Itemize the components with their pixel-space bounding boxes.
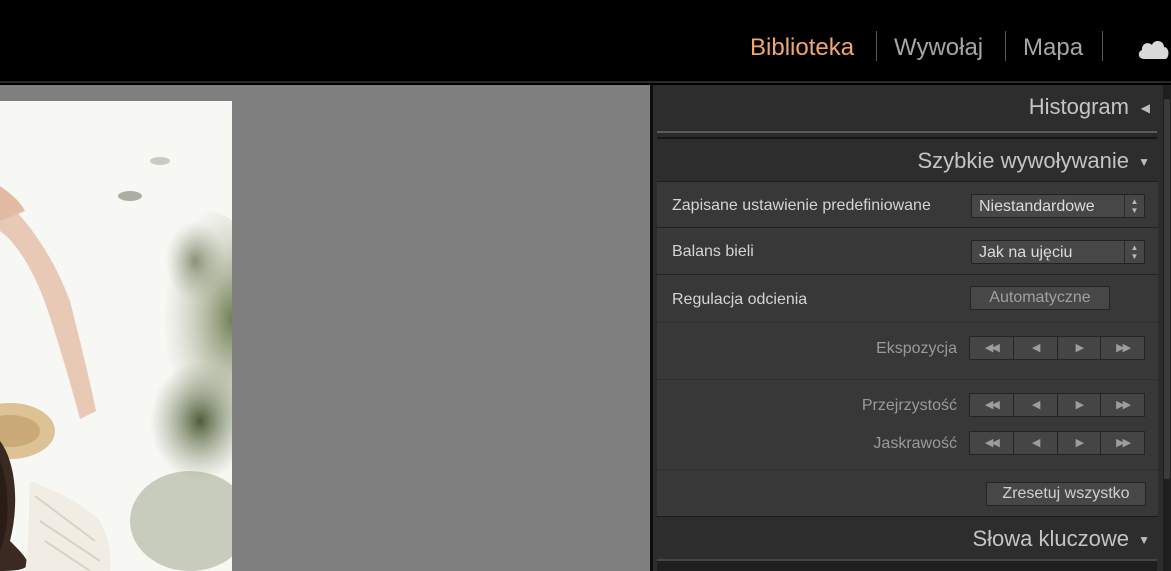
expanded-triangle-icon[interactable]: ▼ — [1138, 155, 1150, 169]
left-arrow-icon[interactable]: ◀ — [1014, 394, 1058, 416]
preset-select[interactable]: Niestandardowe ▲ ▼ — [971, 194, 1145, 218]
preset-value: Niestandardowe — [979, 198, 1095, 215]
double-right-arrow-icon[interactable]: ▶▶ — [1101, 337, 1144, 359]
reset-all-button[interactable]: Zresetuj wszystko — [986, 482, 1146, 506]
keywords-panel-top — [657, 559, 1157, 571]
collapsed-triangle-icon[interactable]: ◀ — [1141, 101, 1150, 115]
module-separator — [1102, 31, 1103, 61]
row-divider — [657, 322, 1158, 323]
vibrance-label: Jaskrawość — [873, 435, 957, 452]
double-left-arrow-icon[interactable]: ◀◀ — [970, 337, 1014, 359]
double-right-arrow-icon[interactable]: ▶▶ — [1101, 432, 1144, 454]
vibrance-stepper[interactable]: ◀◀ ◀ ▶ ▶▶ — [969, 431, 1145, 455]
histogram-header[interactable]: Histogram ◀ — [653, 85, 1159, 129]
white-balance-value: Jak na ujęciu — [979, 244, 1073, 261]
select-arrows-icon: ▲ ▼ — [1124, 195, 1144, 217]
quick-develop-title: Szybkie wywoływanie — [917, 148, 1129, 173]
select-arrows-icon: ▲ ▼ — [1124, 241, 1144, 263]
tone-control-label: Regulacja odcienia — [672, 291, 808, 308]
quick-develop-panel: Zapisane ustawienie predefiniowane Niest… — [657, 181, 1158, 517]
quick-develop-header[interactable]: Szybkie wywoływanie ▼ — [653, 139, 1159, 183]
photo-canvas[interactable] — [0, 85, 650, 571]
right-arrow-icon[interactable]: ▶ — [1058, 394, 1102, 416]
photo-image — [0, 101, 232, 571]
double-left-arrow-icon[interactable]: ◀◀ — [970, 394, 1014, 416]
histogram-title: Histogram — [1028, 94, 1129, 119]
module-picker-bar: Biblioteka Wywołaj Mapa — [0, 0, 1171, 83]
panel-scrollbar[interactable] — [1163, 85, 1171, 571]
cloud-sync-icon[interactable] — [1136, 38, 1170, 60]
right-panel: Histogram ◀ Szybkie wywoływanie ▼ Zapisa… — [653, 85, 1171, 571]
row-divider — [657, 379, 1158, 380]
exposure-stepper[interactable]: ◀◀ ◀ ▶ ▶▶ — [969, 336, 1145, 360]
scrollbar-thumb[interactable] — [1164, 99, 1170, 479]
module-wywolaj[interactable]: Wywołaj — [894, 34, 983, 62]
module-separator — [1005, 31, 1006, 61]
exposure-label: Ekspozycja — [876, 340, 957, 357]
histogram-collapsed-bar — [657, 131, 1157, 139]
double-right-arrow-icon[interactable]: ▶▶ — [1101, 394, 1144, 416]
white-balance-select[interactable]: Jak na ujęciu ▲ ▼ — [971, 240, 1145, 264]
module-separator — [876, 31, 877, 61]
clarity-stepper[interactable]: ◀◀ ◀ ▶ ▶▶ — [969, 393, 1145, 417]
right-arrow-icon[interactable]: ▶ — [1058, 337, 1102, 359]
row-divider — [657, 469, 1158, 470]
module-mapa[interactable]: Mapa — [1023, 34, 1083, 62]
white-balance-label: Balans bieli — [672, 243, 754, 260]
keywords-title: Słowa kluczowe — [972, 526, 1129, 551]
preset-label: Zapisane ustawienie predefiniowane — [672, 197, 931, 214]
module-biblioteka[interactable]: Biblioteka — [750, 34, 854, 62]
auto-tone-button[interactable]: Automatyczne — [970, 286, 1110, 310]
row-divider — [657, 227, 1158, 228]
double-left-arrow-icon[interactable]: ◀◀ — [970, 432, 1014, 454]
photo-preview[interactable] — [0, 101, 232, 571]
right-arrow-icon[interactable]: ▶ — [1058, 432, 1102, 454]
keywords-header[interactable]: Słowa kluczowe ▼ — [653, 517, 1159, 561]
left-arrow-icon[interactable]: ◀ — [1014, 432, 1058, 454]
expanded-triangle-icon[interactable]: ▼ — [1138, 533, 1150, 547]
clarity-label: Przejrzystość — [861, 397, 957, 414]
row-divider — [657, 274, 1158, 275]
left-arrow-icon[interactable]: ◀ — [1014, 337, 1058, 359]
